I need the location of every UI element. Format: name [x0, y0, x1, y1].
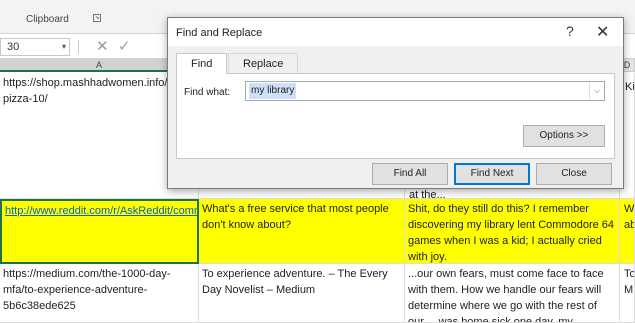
- cell-text: Ki: [625, 81, 635, 93]
- cell-d3[interactable]: To M: [620, 264, 635, 323]
- clipboard-group-label: Clipboard: [26, 14, 69, 25]
- find-what-dropdown-icon[interactable]: ⌵: [589, 82, 604, 100]
- name-box-dropdown-icon[interactable]: ▾: [62, 42, 66, 51]
- cell-c3[interactable]: ...our own fears, must come face to face…: [405, 264, 620, 323]
- cell-text: To experience adventure. – The Every Day…: [202, 268, 388, 296]
- help-icon[interactable]: ?: [566, 23, 574, 39]
- cell-text: ...our own fears, must come face to face…: [408, 268, 604, 323]
- find-what-value: my library: [249, 83, 297, 99]
- name-box[interactable]: 30: [0, 38, 70, 56]
- cell-a2-selected[interactable]: http://www.reddit.com/r/AskReddit/commen…: [0, 199, 199, 264]
- close-button[interactable]: Close: [536, 163, 612, 185]
- cell-b2[interactable]: What's a free service that most people d…: [199, 199, 405, 264]
- cell-c2[interactable]: Shit, do they still do this? I remember …: [405, 199, 620, 264]
- cell-b3[interactable]: To experience adventure. – The Every Day…: [199, 264, 405, 323]
- find-replace-dialog: Find and Replace ? ✕ Find Replace Find w…: [167, 17, 624, 189]
- options-button[interactable]: Options >>: [523, 125, 605, 147]
- formula-bar-separator: [78, 40, 79, 54]
- cell-a3[interactable]: https://medium.com/the-1000-day-mfa/to-e…: [0, 264, 199, 323]
- tab-find[interactable]: Find: [176, 53, 228, 74]
- dialog-title: Find and Replace: [176, 27, 263, 39]
- find-what-label: Find what:: [184, 87, 231, 98]
- cell-text: Shit, do they still do this? I remember …: [408, 203, 615, 263]
- close-icon[interactable]: ✕: [596, 22, 609, 42]
- enter-entry-icon[interactable]: ✓: [118, 37, 131, 55]
- tab-replace[interactable]: Replace: [228, 53, 299, 73]
- find-all-button[interactable]: Find All: [372, 163, 448, 185]
- find-next-button[interactable]: Find Next: [454, 163, 530, 185]
- find-what-input[interactable]: my library ⌵: [245, 81, 605, 101]
- cell-d2[interactable]: W ab: [620, 199, 635, 264]
- cell-text: What's a free service that most people d…: [202, 203, 389, 231]
- clipboard-dialog-launcher-icon[interactable]: ↘: [93, 14, 101, 22]
- cell-text: W ab: [624, 203, 635, 231]
- cell-text: https://medium.com/the-1000-day-mfa/to-e…: [3, 268, 171, 312]
- cell-text: To M: [624, 268, 635, 296]
- cancel-entry-icon[interactable]: ✕: [96, 37, 109, 55]
- reddit-link[interactable]: http://www.reddit.com/r/AskReddit/commen…: [5, 205, 197, 217]
